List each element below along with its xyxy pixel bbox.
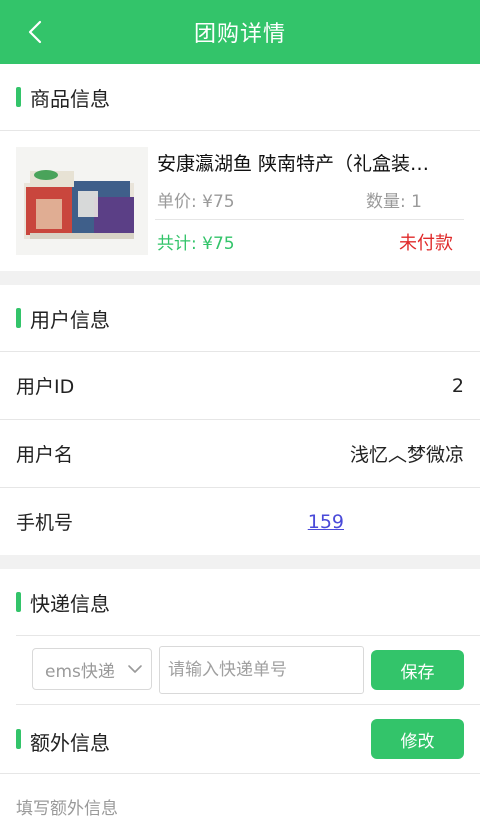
divider [155, 219, 464, 220]
extra-info-textarea[interactable]: 填写额外信息 [0, 774, 480, 831]
section-gap [0, 271, 480, 285]
section-accent-bar [16, 87, 21, 107]
section-accent-bar [16, 592, 21, 612]
username-value: 浅忆︿梦微凉 [349, 444, 464, 466]
express-section-title: 快递信息 [30, 591, 110, 616]
row-label: 用户ID [16, 376, 75, 398]
edit-button[interactable]: 修改 [371, 719, 464, 759]
carrier-select-value: ems快递 [45, 661, 115, 682]
express-section-header: 快递信息 [0, 569, 480, 635]
carrier-select[interactable]: ems快递 [32, 648, 152, 690]
save-button[interactable]: 保存 [371, 650, 464, 690]
tracking-number-input[interactable] [159, 646, 364, 694]
extra-section-header: 额外信息 修改 [0, 705, 480, 773]
section-accent-bar [16, 729, 21, 749]
chevron-down-icon [128, 665, 142, 673]
payment-status-badge: 未付款 [399, 233, 453, 254]
top-nav-bar: 团购详情 [0, 0, 480, 64]
page-title: 团购详情 [193, 22, 286, 47]
product-section-header: 商品信息 [0, 64, 480, 130]
username-row: 用户名 浅忆︿梦微凉 [0, 420, 480, 487]
product-name: 安康瀛湖鱼 陕南特产（礼盒装… [157, 153, 430, 175]
user-id-row: 用户ID 2 [0, 352, 480, 419]
unit-price: 单价: ¥75 [157, 192, 235, 212]
extra-info-placeholder: 填写额外信息 [16, 799, 118, 819]
row-label: 用户名 [16, 444, 74, 466]
phone-row: 手机号 159 [0, 488, 480, 555]
section-accent-bar [16, 308, 21, 328]
phone-link[interactable]: 159 [308, 511, 344, 533]
product-thumbnail [16, 147, 148, 255]
total-price: 共计: ¥75 [157, 234, 235, 254]
section-gap [0, 555, 480, 569]
user-section-title: 用户信息 [30, 307, 110, 332]
chevron-left-icon[interactable] [22, 18, 50, 46]
product-section-title: 商品信息 [30, 86, 110, 111]
row-label: 手机号 [16, 512, 74, 534]
user-id-value: 2 [451, 374, 464, 397]
extra-section-title: 额外信息 [30, 731, 110, 755]
user-section-header: 用户信息 [0, 285, 480, 351]
quantity: 数量: 1 [366, 192, 422, 212]
product-card[interactable]: 安康瀛湖鱼 陕南特产（礼盒装… 单价: ¥75 数量: 1 共计: ¥75 未付… [0, 131, 480, 271]
express-form: ems快递 保存 [0, 636, 480, 704]
